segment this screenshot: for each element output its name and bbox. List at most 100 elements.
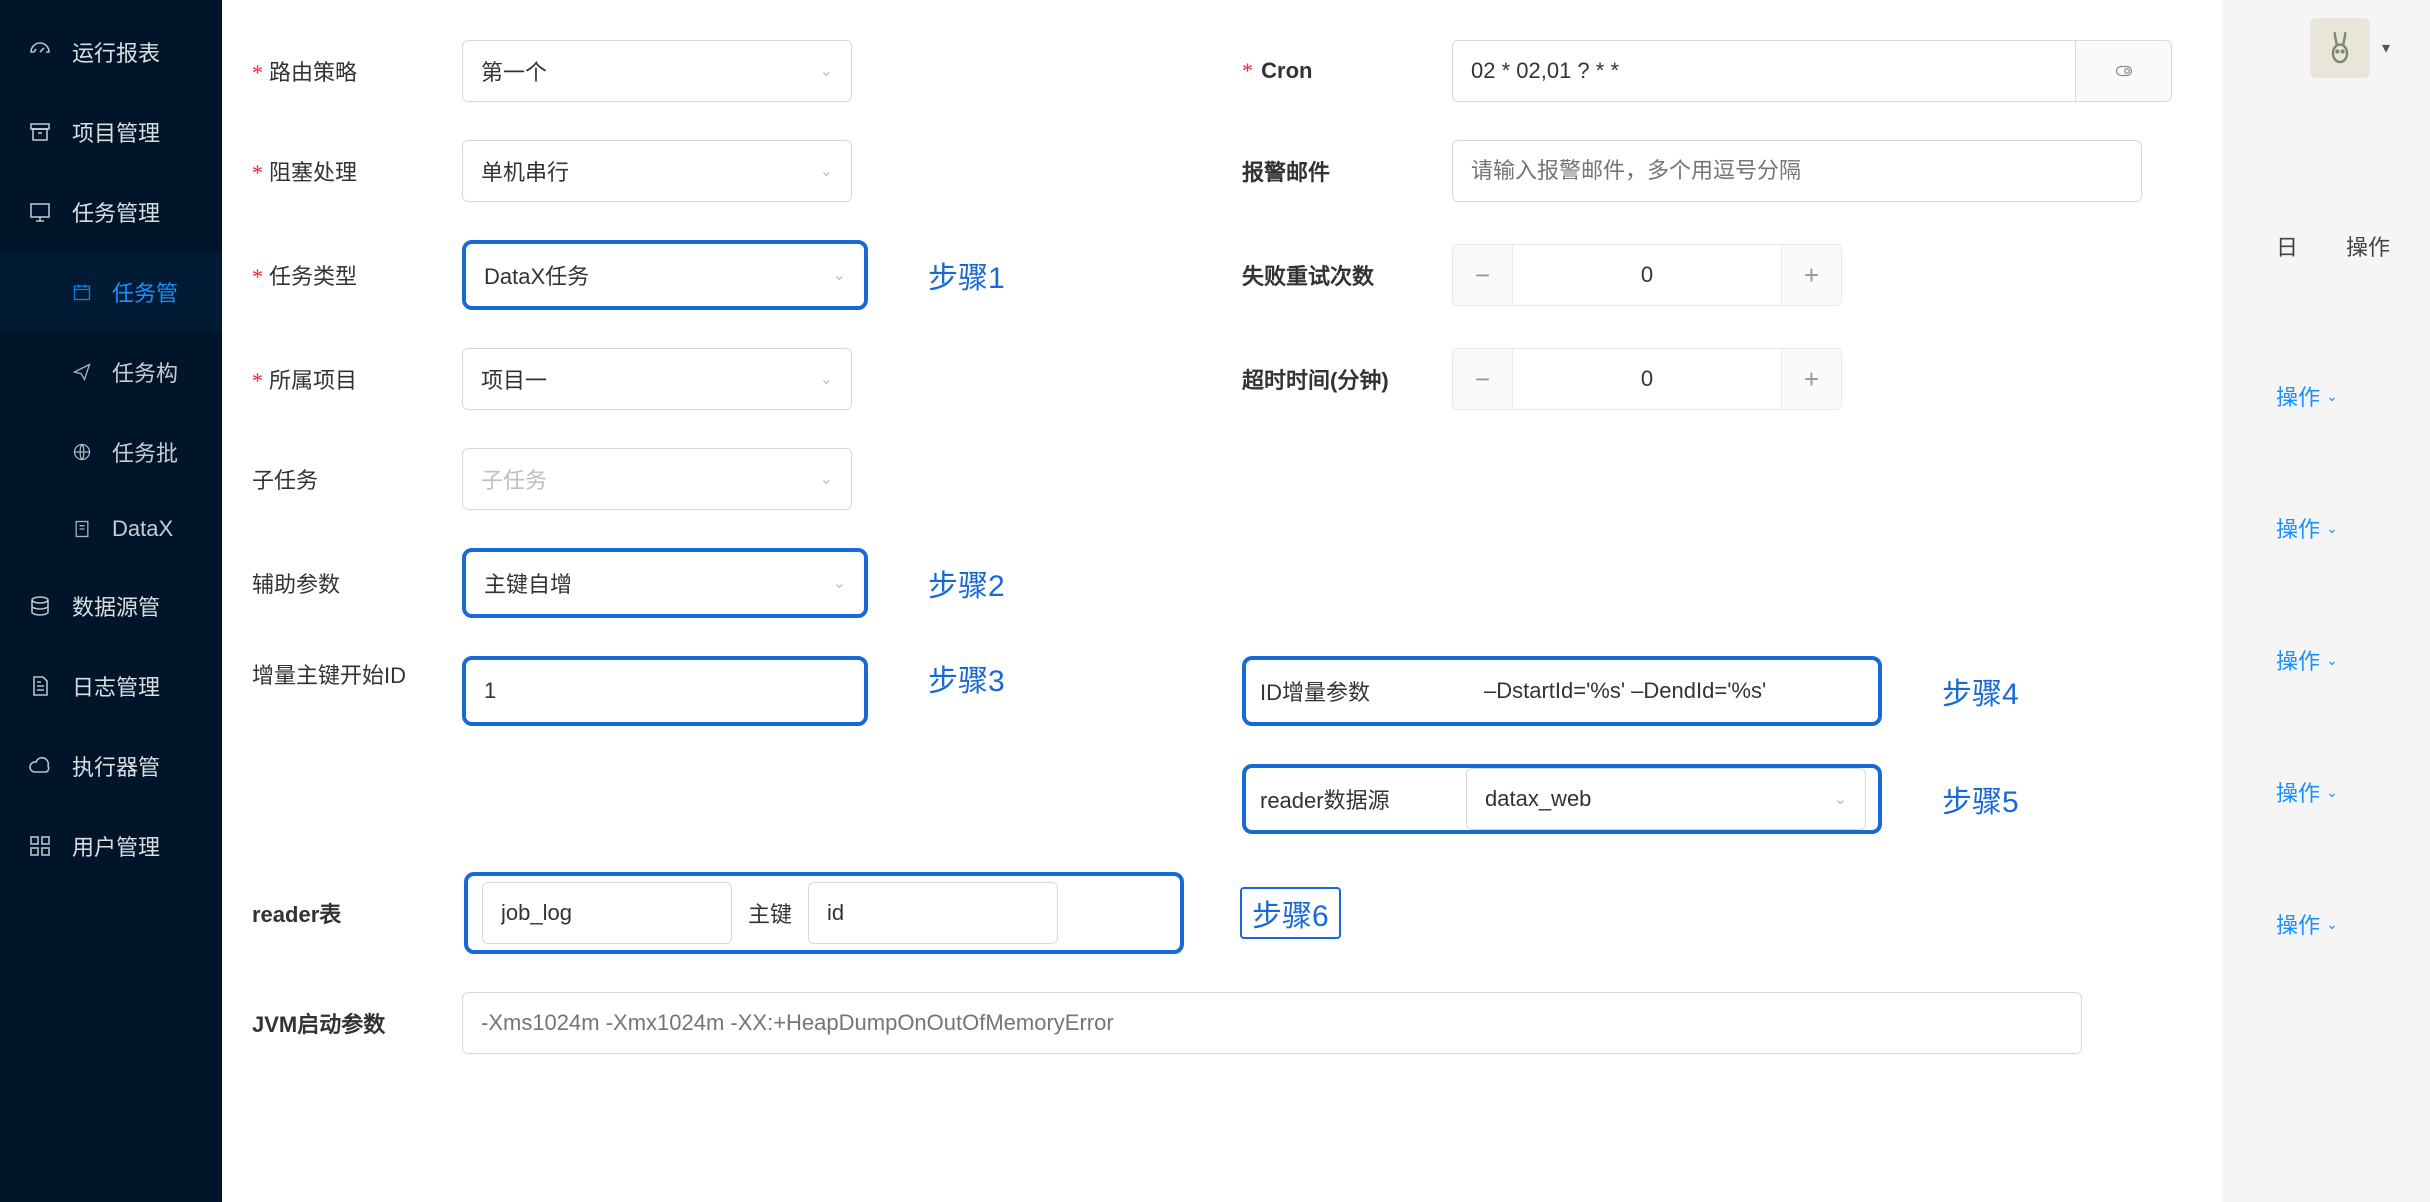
label-reader-ds: reader数据源: [1246, 783, 1466, 815]
label-reader-table: reader表: [252, 897, 442, 929]
input-pk[interactable]: [808, 882, 1058, 944]
row-reader-ds: reader数据源 datax_web⌄ 步骤5: [1242, 764, 2172, 834]
input-alarm[interactable]: [1452, 140, 2142, 202]
row-block: *阻塞处理 单机串行⌄: [252, 140, 1182, 202]
row-retry: 失败重试次数 − 0 +: [1242, 240, 2172, 310]
row-timeout: 超时时间(分钟) − 0 +: [1242, 348, 2172, 410]
chevron-down-icon: ⌄: [820, 369, 833, 389]
step-label-2: 步骤2: [928, 561, 1005, 605]
label-cron: * Cron: [1242, 58, 1432, 84]
sidebar-item-label: 项目管理: [72, 116, 160, 148]
step-label-1: 步骤1: [928, 253, 1005, 297]
highlight-step2: 主键自增⌄: [462, 548, 868, 618]
chevron-down-icon: ⌄: [820, 161, 833, 181]
cloud-icon: [28, 754, 52, 778]
sidebar-item-user[interactable]: 用户管理: [0, 806, 222, 886]
database-icon: [28, 594, 52, 618]
calendar-icon: [72, 280, 92, 304]
sidebar-item-label: 日志管理: [72, 670, 160, 702]
select-reader-ds[interactable]: datax_web⌄: [1466, 768, 1866, 830]
sidebar-item-task[interactable]: 任务管理: [0, 172, 222, 252]
stepper-timeout[interactable]: − 0 +: [1452, 348, 1842, 410]
sidebar-sub-task-manage[interactable]: 任务管: [0, 252, 222, 332]
step-label-5: 步骤5: [1942, 777, 2019, 821]
select-block[interactable]: 单机串行⌄: [462, 140, 852, 202]
highlight-step4: ID增量参数: [1242, 656, 1882, 726]
label-timeout: 超时时间(分钟): [1242, 363, 1432, 395]
minus-button[interactable]: −: [1453, 349, 1513, 409]
sidebar-item-label: 任务构: [112, 356, 178, 388]
input-cron[interactable]: [1452, 40, 2076, 102]
input-reader-table[interactable]: [482, 882, 732, 944]
input-inc-start-id[interactable]: [466, 660, 864, 722]
chevron-down-icon: ⌄: [1834, 789, 1847, 809]
form-panel: *路由策略 第一个⌄ * Cron *阻塞处理 单机串行⌄ 报警邮件: [222, 0, 2222, 1202]
sidebar-item-label: 数据源管: [72, 590, 160, 622]
sidebar-item-label: 用户管理: [72, 830, 160, 862]
row-inc-start-id: 增量主键开始ID 步骤3: [252, 656, 1182, 726]
row-cron: * Cron: [1242, 40, 2172, 102]
label-aux-param: 辅助参数: [252, 567, 442, 599]
sidebar-item-label: 执行器管: [72, 750, 160, 782]
label-project: *所属项目: [252, 363, 442, 395]
highlight-step6: 主键: [464, 872, 1184, 954]
select-subtask[interactable]: 子任务⌄: [462, 448, 852, 510]
sidebar-item-project[interactable]: 项目管理: [0, 92, 222, 172]
grid-icon: [28, 834, 52, 858]
sidebar-sub-datax[interactable]: DataX: [0, 492, 222, 566]
sidebar-item-label: DataX: [112, 516, 173, 542]
input-jvm[interactable]: [462, 992, 2082, 1054]
label-inc-start-id: 增量主键开始ID: [252, 656, 442, 696]
label-jvm: JVM启动参数: [252, 1007, 442, 1039]
stepper-retry[interactable]: − 0 +: [1452, 244, 1842, 306]
highlight-step1: DataX任务⌄: [462, 240, 868, 310]
minus-button[interactable]: −: [1453, 245, 1513, 305]
label-subtask: 子任务: [252, 463, 442, 495]
paper-plane-icon: [72, 360, 92, 384]
sidebar-item-dashboard[interactable]: 运行报表: [0, 12, 222, 92]
step-label-4: 步骤4: [1942, 669, 2019, 713]
sidebar-item-executor[interactable]: 执行器管: [0, 726, 222, 806]
note-icon: [72, 517, 92, 541]
archive-icon: [28, 120, 52, 144]
sidebar-sub-task-batch[interactable]: 任务批: [0, 412, 222, 492]
select-aux-param[interactable]: 主键自增⌄: [466, 552, 864, 614]
select-task-type[interactable]: DataX任务⌄: [466, 244, 864, 306]
label-routing: *路由策略: [252, 55, 442, 87]
stepper-value: 0: [1513, 349, 1781, 409]
globe-icon: [72, 440, 92, 464]
row-subtask: 子任务 子任务⌄: [252, 448, 1182, 510]
row-aux-param: 辅助参数 主键自增⌄ 步骤2: [252, 548, 1182, 618]
label-id-inc-param: ID增量参数: [1246, 675, 1466, 707]
label-retry: 失败重试次数: [1242, 259, 1432, 291]
input-id-inc-param[interactable]: [1466, 660, 1866, 722]
select-project[interactable]: 项目一⌄: [462, 348, 852, 410]
stepper-value: 0: [1513, 245, 1781, 305]
monitor-icon: [28, 200, 52, 224]
highlight-step5: reader数据源 datax_web⌄: [1242, 764, 1882, 834]
row-project: *所属项目 项目一⌄: [252, 348, 1182, 410]
sidebar-item-datasource[interactable]: 数据源管: [0, 566, 222, 646]
dashboard-icon: [28, 40, 52, 64]
row-routing: *路由策略 第一个⌄: [252, 40, 1182, 102]
file-icon: [28, 674, 52, 698]
highlight-step3: [462, 656, 868, 726]
label-task-type: *任务类型: [252, 259, 442, 291]
sidebar-item-label: 任务管: [112, 276, 178, 308]
chevron-down-icon: ⌄: [820, 469, 833, 489]
select-routing[interactable]: 第一个⌄: [462, 40, 852, 102]
sidebar-item-label: 任务管理: [72, 196, 160, 228]
sidebar-item-label: 运行报表: [72, 36, 160, 68]
sidebar-item-label: 任务批: [112, 436, 178, 468]
plus-button[interactable]: +: [1781, 349, 1841, 409]
sidebar-sub-task-build[interactable]: 任务构: [0, 332, 222, 412]
cron-helper-button[interactable]: [2076, 40, 2172, 102]
row-alarm: 报警邮件: [1242, 140, 2172, 202]
chevron-down-icon: ⌄: [833, 265, 846, 285]
chevron-down-icon: ⌄: [833, 573, 846, 593]
label-block: *阻塞处理: [252, 155, 442, 187]
task-form-modal: *路由策略 第一个⌄ * Cron *阻塞处理 单机串行⌄ 报警邮件: [222, 0, 2430, 1202]
sidebar-item-log[interactable]: 日志管理: [0, 646, 222, 726]
plus-button[interactable]: +: [1781, 245, 1841, 305]
row-reader-table: reader表 主键 步骤6: [252, 872, 2172, 954]
